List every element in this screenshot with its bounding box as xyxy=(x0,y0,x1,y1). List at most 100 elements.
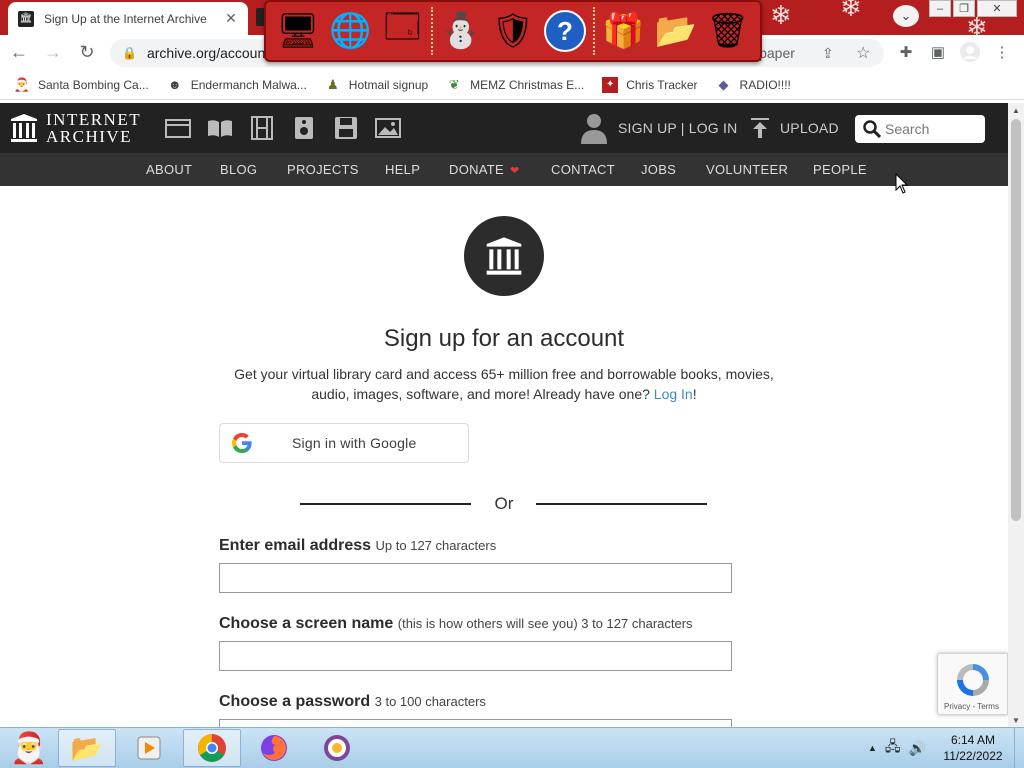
volume-icon[interactable]: 🔊 xyxy=(909,740,926,757)
scroll-up-icon[interactable]: ▲ xyxy=(1008,103,1024,117)
share-icon[interactable]: ⇪ xyxy=(822,45,834,62)
gift-icon[interactable]: 🎁 xyxy=(599,7,647,55)
taskbar-tor-icon[interactable] xyxy=(308,729,366,767)
bookmark-item[interactable]: ✦ Chris Tracker xyxy=(602,76,698,93)
tab-search-icon[interactable]: ⌄ xyxy=(893,5,919,27)
scroll-thumb[interactable] xyxy=(1011,119,1021,521)
radio-icon: ◆ xyxy=(718,76,729,92)
screen-name-label-text: Choose a screen name xyxy=(219,615,394,632)
back-icon[interactable]: ← xyxy=(4,38,34,68)
globe-icon[interactable]: 🌐 xyxy=(326,7,374,55)
bookmark-label: Hotmail signup xyxy=(348,77,429,92)
ia-logo[interactable]: INTERNET ARCHIVE xyxy=(10,111,141,145)
bookmark-label: MEMZ Christmas E... xyxy=(470,77,585,92)
email-label-text: Enter email address xyxy=(219,537,372,554)
close-window-icon[interactable]: ✕ xyxy=(977,0,1017,17)
recaptcha-badge[interactable]: Privacy - Terms xyxy=(937,653,1008,715)
archive-temple-icon xyxy=(11,114,37,142)
bookmark-label: Endermanch Malwa... xyxy=(190,77,307,92)
intro-end: ! xyxy=(692,386,697,402)
bookmark-label: Chris Tracker xyxy=(626,77,698,92)
computer-icon[interactable]: 🖥 xyxy=(274,7,322,55)
show-desktop-button[interactable] xyxy=(1014,728,1024,768)
scroll-down-icon[interactable]: ▼ xyxy=(1008,713,1024,727)
web-icon[interactable] xyxy=(165,116,191,140)
nav-projects[interactable]: PROJECTS xyxy=(287,162,359,177)
snowflake-decoration: ❄ xyxy=(966,12,988,35)
network-icon[interactable]: 🖧 xyxy=(885,736,901,760)
bookmark-item[interactable]: ☻ Endermanch Malwa... xyxy=(167,77,307,93)
reload-icon[interactable]: ↻ xyxy=(72,38,102,68)
nav-jobs[interactable]: JOBS xyxy=(641,162,676,177)
nav-help[interactable]: HELP xyxy=(385,162,420,177)
login-link[interactable]: Log In xyxy=(654,386,693,402)
maximize-icon[interactable]: ❐ xyxy=(953,0,975,17)
taskbar-chrome-icon[interactable] xyxy=(183,729,241,767)
taskbar-clock[interactable]: 6:14 AM 11/22/2022 xyxy=(940,732,1006,764)
minimize-icon[interactable]: ‒ xyxy=(929,0,951,17)
divider-right xyxy=(536,503,707,505)
bookmark-item[interactable]: ❦ MEMZ Christmas E... xyxy=(446,77,584,93)
search-placeholder: Search xyxy=(885,121,930,137)
xmas-icon-popup: 🖥 🌐 🗔 ⛄ 🛡 ? 🎁 📂 🗑 xyxy=(264,0,762,62)
separator xyxy=(593,7,596,55)
bookmark-item[interactable]: 🎅 Santa Bombing Ca... xyxy=(14,77,149,93)
nav-donate[interactable]: DONATE ❤ xyxy=(449,162,520,177)
ia-top-nav: ABOUT BLOG PROJECTS HELP DONATE ❤ CONTACT… xyxy=(0,153,1008,186)
windows-update-icon[interactable]: 🛡 xyxy=(489,7,537,55)
forward-icon[interactable]: → xyxy=(38,38,68,68)
snowflake-decoration: ❄ xyxy=(840,0,862,22)
browser-tab-active[interactable]: 🏛 Sign Up at the Internet Archive ✕ xyxy=(8,2,248,35)
bookmark-label: RADIO!!!! xyxy=(739,77,791,92)
help-icon[interactable]: ? xyxy=(541,7,589,55)
face-icon: ☻ xyxy=(167,77,182,92)
separator xyxy=(430,7,433,55)
nav-blog[interactable]: BLOG xyxy=(220,162,257,177)
profile-avatar[interactable] xyxy=(957,39,983,65)
bookmark-item[interactable]: ◆ RADIO!!!! xyxy=(716,77,791,93)
snowman-icon[interactable]: ⛄ xyxy=(437,7,485,55)
texts-icon[interactable] xyxy=(207,116,233,140)
recaptcha-links[interactable]: Privacy - Terms xyxy=(944,702,999,711)
archive-temple-icon xyxy=(486,237,522,275)
google-signin-button[interactable]: Sign in with Google xyxy=(219,423,469,463)
archive-favicon: 🏛 xyxy=(18,10,34,27)
nav-people[interactable]: PEOPLE xyxy=(813,162,867,177)
side-panel-icon[interactable]: ▣ xyxy=(925,39,951,65)
software-icon[interactable] xyxy=(333,116,359,140)
user-icon[interactable] xyxy=(580,112,608,144)
snowflake-decoration: ❄ xyxy=(770,0,792,30)
nav-about[interactable]: ABOUT xyxy=(146,162,192,177)
search-icon xyxy=(863,120,881,138)
email-field[interactable] xyxy=(219,563,732,593)
taskbar-media-icon[interactable] xyxy=(120,729,178,767)
or-divider-text: Or xyxy=(494,494,514,513)
bookmark-star-icon[interactable]: ☆ xyxy=(856,43,870,63)
password-field[interactable] xyxy=(219,719,732,727)
upload-icon[interactable] xyxy=(750,117,770,139)
folder-icon[interactable]: 📂 xyxy=(652,7,700,55)
start-santa-icon[interactable]: 🎅 xyxy=(0,729,58,767)
screen-name-field[interactable] xyxy=(219,641,732,671)
bookmark-item[interactable]: ♟ Hotmail signup xyxy=(325,77,428,93)
upload-link[interactable]: UPLOAD xyxy=(780,120,839,136)
control-panel-icon[interactable]: 🗔 xyxy=(378,7,426,55)
taskbar-explorer-icon[interactable]: 📂 xyxy=(58,729,116,767)
extensions-icon[interactable]: ✚ xyxy=(893,39,919,65)
images-icon[interactable] xyxy=(375,116,401,140)
nav-contact[interactable]: CONTACT xyxy=(551,162,615,177)
menu-kebab-icon[interactable]: ⋮ xyxy=(989,39,1015,65)
signup-login-link[interactable]: SIGN UP | LOG IN xyxy=(618,120,737,136)
password-label: Choose a password 3 to 100 characters xyxy=(219,693,486,711)
tab-close-icon[interactable]: ✕ xyxy=(222,10,240,27)
google-button-label: Sign in with Google xyxy=(292,435,417,451)
recycle-bin-icon[interactable]: 🗑 xyxy=(704,7,752,55)
video-icon[interactable] xyxy=(249,116,275,140)
page-scrollbar[interactable]: ▲ ▼ xyxy=(1008,103,1024,727)
search-input[interactable]: Search xyxy=(855,115,985,143)
lock-icon[interactable]: 🔒 xyxy=(122,46,137,60)
audio-icon[interactable] xyxy=(291,116,317,140)
tray-expand-icon[interactable]: ▲ xyxy=(868,743,877,753)
nav-volunteer[interactable]: VOLUNTEER xyxy=(706,162,788,177)
taskbar-firefox-icon[interactable] xyxy=(245,729,303,767)
